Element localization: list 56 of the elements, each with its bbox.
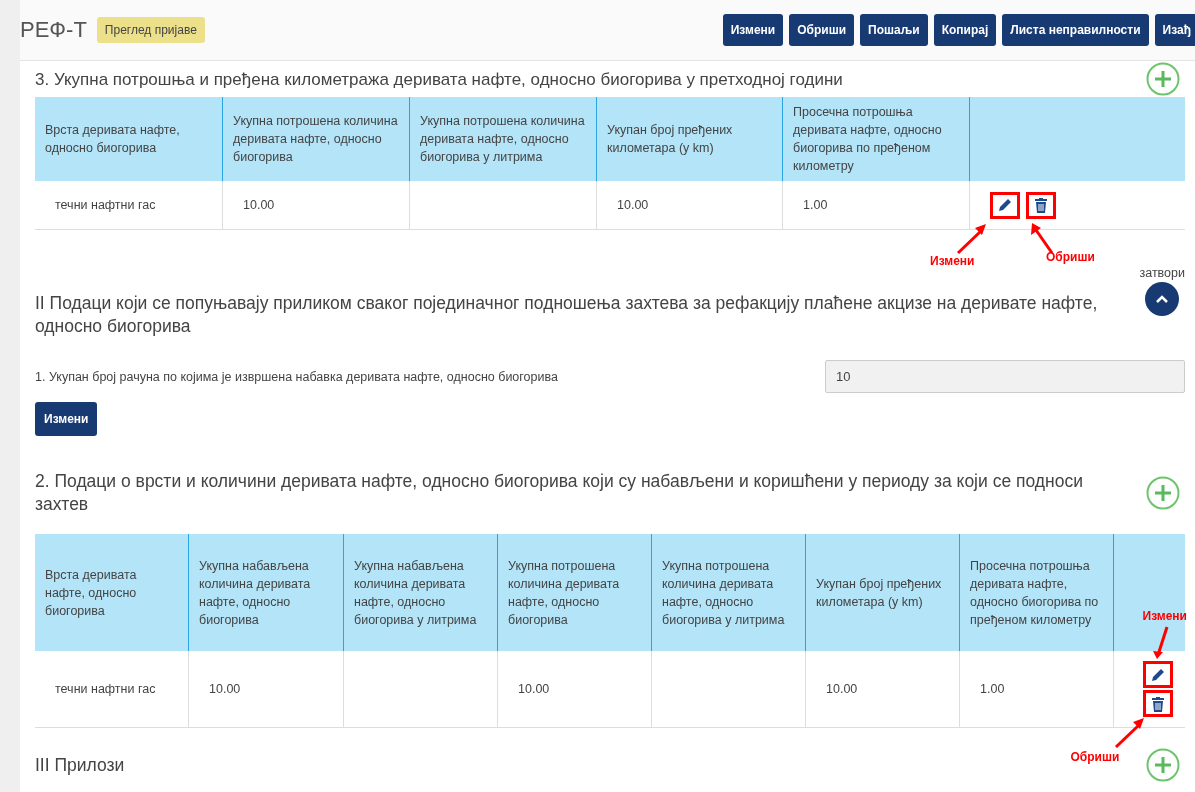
column-header: Укупна набављена количина деривата нафте, односно биогорива <box>188 534 343 651</box>
app-title: РЕФ-Т <box>20 17 87 43</box>
trash-icon <box>1150 695 1165 712</box>
table-cell: 10.00 <box>497 651 651 727</box>
table-cell: 10.00 <box>222 181 409 229</box>
toolbar-button[interactable]: Обриши <box>789 14 855 46</box>
section-heading: III Прилози <box>35 753 125 777</box>
page-badge: Преглед пријаве <box>96 17 205 43</box>
toolbar-button[interactable]: Копирај <box>933 14 997 46</box>
toolbar-button[interactable]: Изађ <box>1154 14 1195 46</box>
table-cell-text: течни нафтни гас <box>54 197 157 214</box>
column-header: Просечна потрошња деривата нафте, односно биогорива по пређеном километру <box>959 534 1113 651</box>
column-header: Укупна потрошена количина деривата нафте, односно биогорива <box>222 97 409 181</box>
annotation-label: Измени <box>930 253 975 268</box>
table-cell-text: течни нафтни гас <box>54 681 157 698</box>
table-cell: 1.00 <box>782 181 969 229</box>
toolbar-button[interactable]: Измени <box>722 14 784 46</box>
toolbar-button[interactable]: Пошаљи <box>860 14 928 46</box>
section-heading: 2. Подаци о врсти и количини деривата нафте, односно биогорива који су набављени и коришћени у периоду за који се подноси захтев <box>35 470 1084 516</box>
annotation-label: Обриши <box>1070 750 1120 764</box>
plus-icon <box>1146 62 1180 96</box>
plus-icon <box>1146 476 1180 510</box>
annotation-label: Обриши <box>1046 249 1095 264</box>
table-cell: 10.00 <box>805 651 959 727</box>
section-heading: II Подаци који се попуњавају приликом сваког појединачног подношења захтева за рефакцију плаћене акцизе на деривате нафте, односно биогорива <box>35 292 1099 338</box>
column-header: Укупан број пређених километара (у km) <box>596 97 782 181</box>
delete-button[interactable] <box>1026 191 1056 219</box>
pencil-icon <box>997 197 1013 213</box>
arrow-annotation <box>1112 716 1147 750</box>
collapse-button[interactable] <box>1145 282 1180 316</box>
arrow-annotation <box>955 221 989 256</box>
annotation-label: Измени <box>1142 609 1187 623</box>
section-heading: 3. Укупна потрошња и пређена километража деривата нафте, односно биогорива у претходној години <box>35 68 843 91</box>
edit-button[interactable] <box>1142 661 1173 688</box>
column-header: Укупна потрошена количина деривата нафте, односно биогорива у литрима <box>651 534 805 651</box>
column-header: Укупна потрошена количина деривата нафте, односно биогорива <box>497 534 651 651</box>
delete-button[interactable] <box>1142 690 1173 717</box>
edit-button[interactable]: Измени <box>35 402 98 436</box>
trash-icon <box>1034 197 1048 213</box>
field-label: 1. Укупан број рачуна по којима је извршена набавка деривата нафте, односно биогорива <box>35 369 558 384</box>
toolbar-button[interactable]: Листа неправилности <box>1002 14 1149 46</box>
toggle-label: затвори <box>1139 266 1185 280</box>
column-header: Укупна набављена количина деривата нафте, односно биогорива у литрима <box>343 534 497 651</box>
table-cell: 10.00 <box>188 651 343 727</box>
table-cell: 10.00 <box>596 181 782 229</box>
column-header: Врста деривата нафте, односно биогорива <box>35 97 222 181</box>
column-header: Просечна потрошња деривата нафте, односно биогорива по пређеном километру <box>782 97 969 181</box>
input-field[interactable]: 10 <box>825 360 1185 393</box>
edit-button[interactable] <box>990 191 1020 219</box>
plus-icon <box>1146 748 1180 782</box>
column-header: Врста деривата нафте, односно биогорива <box>35 534 188 651</box>
column-header: Укупна потрошена количина деривата нафте, односно биогорива у литрима <box>409 97 596 181</box>
chevron-icon <box>1155 294 1170 304</box>
table-cell: 1.00 <box>959 651 1113 727</box>
pencil-icon <box>1149 666 1166 683</box>
column-header: Укупан број пређених километара (у km) <box>805 534 959 651</box>
